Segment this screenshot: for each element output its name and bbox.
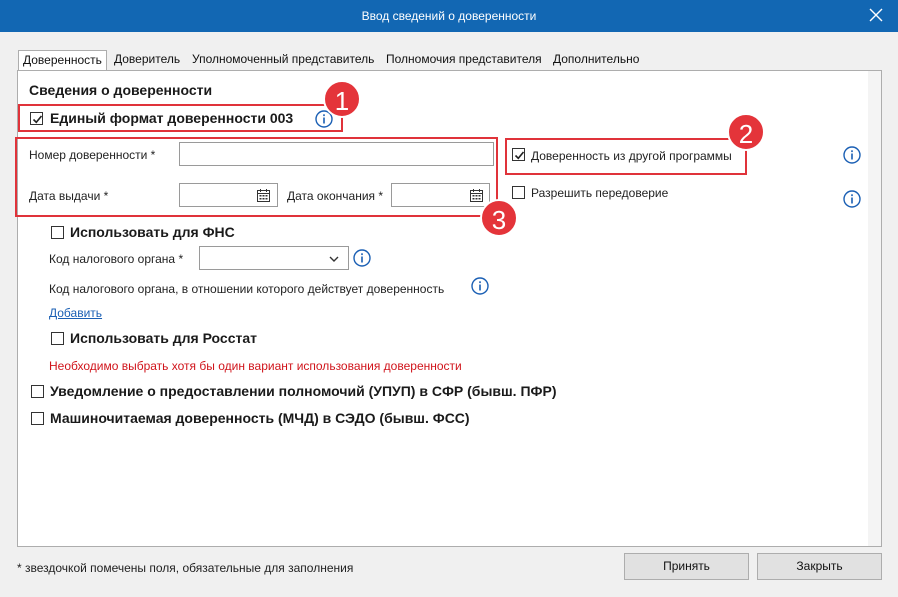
use-fns-label: Использовать для ФНС <box>70 224 235 240</box>
allow-redelegation-checkbox[interactable] <box>512 186 525 199</box>
info-icon[interactable] <box>843 190 861 208</box>
issue-date-input[interactable] <box>179 183 278 207</box>
tax-code-label: Код налогового органа * <box>49 252 184 266</box>
use-rosstat-label: Использовать для Росстат <box>70 330 257 346</box>
checkmark-icon <box>32 115 43 124</box>
required-fields-note: * звездочкой помечены поля, обязательные… <box>17 561 354 575</box>
callout-badge-1: 1 <box>323 80 361 118</box>
window-title: Ввод сведений о доверенности <box>361 9 537 23</box>
callout-badge-3: 3 <box>480 199 518 237</box>
tax-code-select[interactable] <box>199 246 349 270</box>
use-rosstat-checkbox[interactable] <box>51 332 64 345</box>
tab-representative-powers[interactable]: Полномочия представителя <box>382 50 546 70</box>
end-date-label: Дата окончания * <box>287 189 384 203</box>
allow-redelegation-label: Разрешить передоверие <box>531 186 669 200</box>
other-program-checkbox[interactable] <box>512 148 525 161</box>
tab-additional[interactable]: Дополнительно <box>549 50 643 70</box>
vertical-scrollbar[interactable] <box>868 71 881 546</box>
validation-error: Необходимо выбрать хотя бы один вариант … <box>49 359 462 373</box>
close-button[interactable]: Закрыть <box>757 553 882 580</box>
checkmark-icon <box>514 151 525 160</box>
upup-label: Уведомление о предоставлении полномочий … <box>50 383 557 399</box>
use-fns-checkbox[interactable] <box>51 226 64 239</box>
info-icon[interactable] <box>843 146 861 164</box>
section-title: Сведения о доверенности <box>29 82 213 98</box>
tab-power-of-attorney[interactable]: Доверенность <box>18 50 107 71</box>
calendar-icon[interactable] <box>256 188 271 203</box>
add-link[interactable]: Добавить <box>49 306 102 320</box>
tab-principal[interactable]: Доверитель <box>110 50 184 70</box>
number-label: Номер доверенности * <box>29 148 156 162</box>
info-icon[interactable] <box>353 249 371 267</box>
tab-representative[interactable]: Уполномоченный представитель <box>188 50 378 70</box>
issue-date-label: Дата выдачи * <box>29 189 109 203</box>
callout-badge-2: 2 <box>727 113 765 151</box>
close-window-icon[interactable] <box>868 7 884 23</box>
mchd-checkbox[interactable] <box>31 412 44 425</box>
calendar-icon[interactable] <box>469 188 484 203</box>
other-program-label: Доверенность из другой программы <box>531 149 732 163</box>
info-icon[interactable] <box>471 277 489 295</box>
number-input[interactable] <box>179 142 494 166</box>
upup-checkbox[interactable] <box>31 385 44 398</box>
mchd-label: Машиночитаемая доверенность (МЧД) в СЭДО… <box>50 410 470 426</box>
window-titlebar: Ввод сведений о доверенности <box>0 0 898 32</box>
unified-format-label: Единый формат доверенности 003 <box>50 110 294 126</box>
accept-button[interactable]: Принять <box>624 553 749 580</box>
tax-code-effective-label: Код налогового органа, в отношении котор… <box>49 282 445 296</box>
chevron-down-icon <box>329 256 339 262</box>
unified-format-checkbox[interactable] <box>30 112 43 125</box>
end-date-input[interactable] <box>391 183 490 207</box>
